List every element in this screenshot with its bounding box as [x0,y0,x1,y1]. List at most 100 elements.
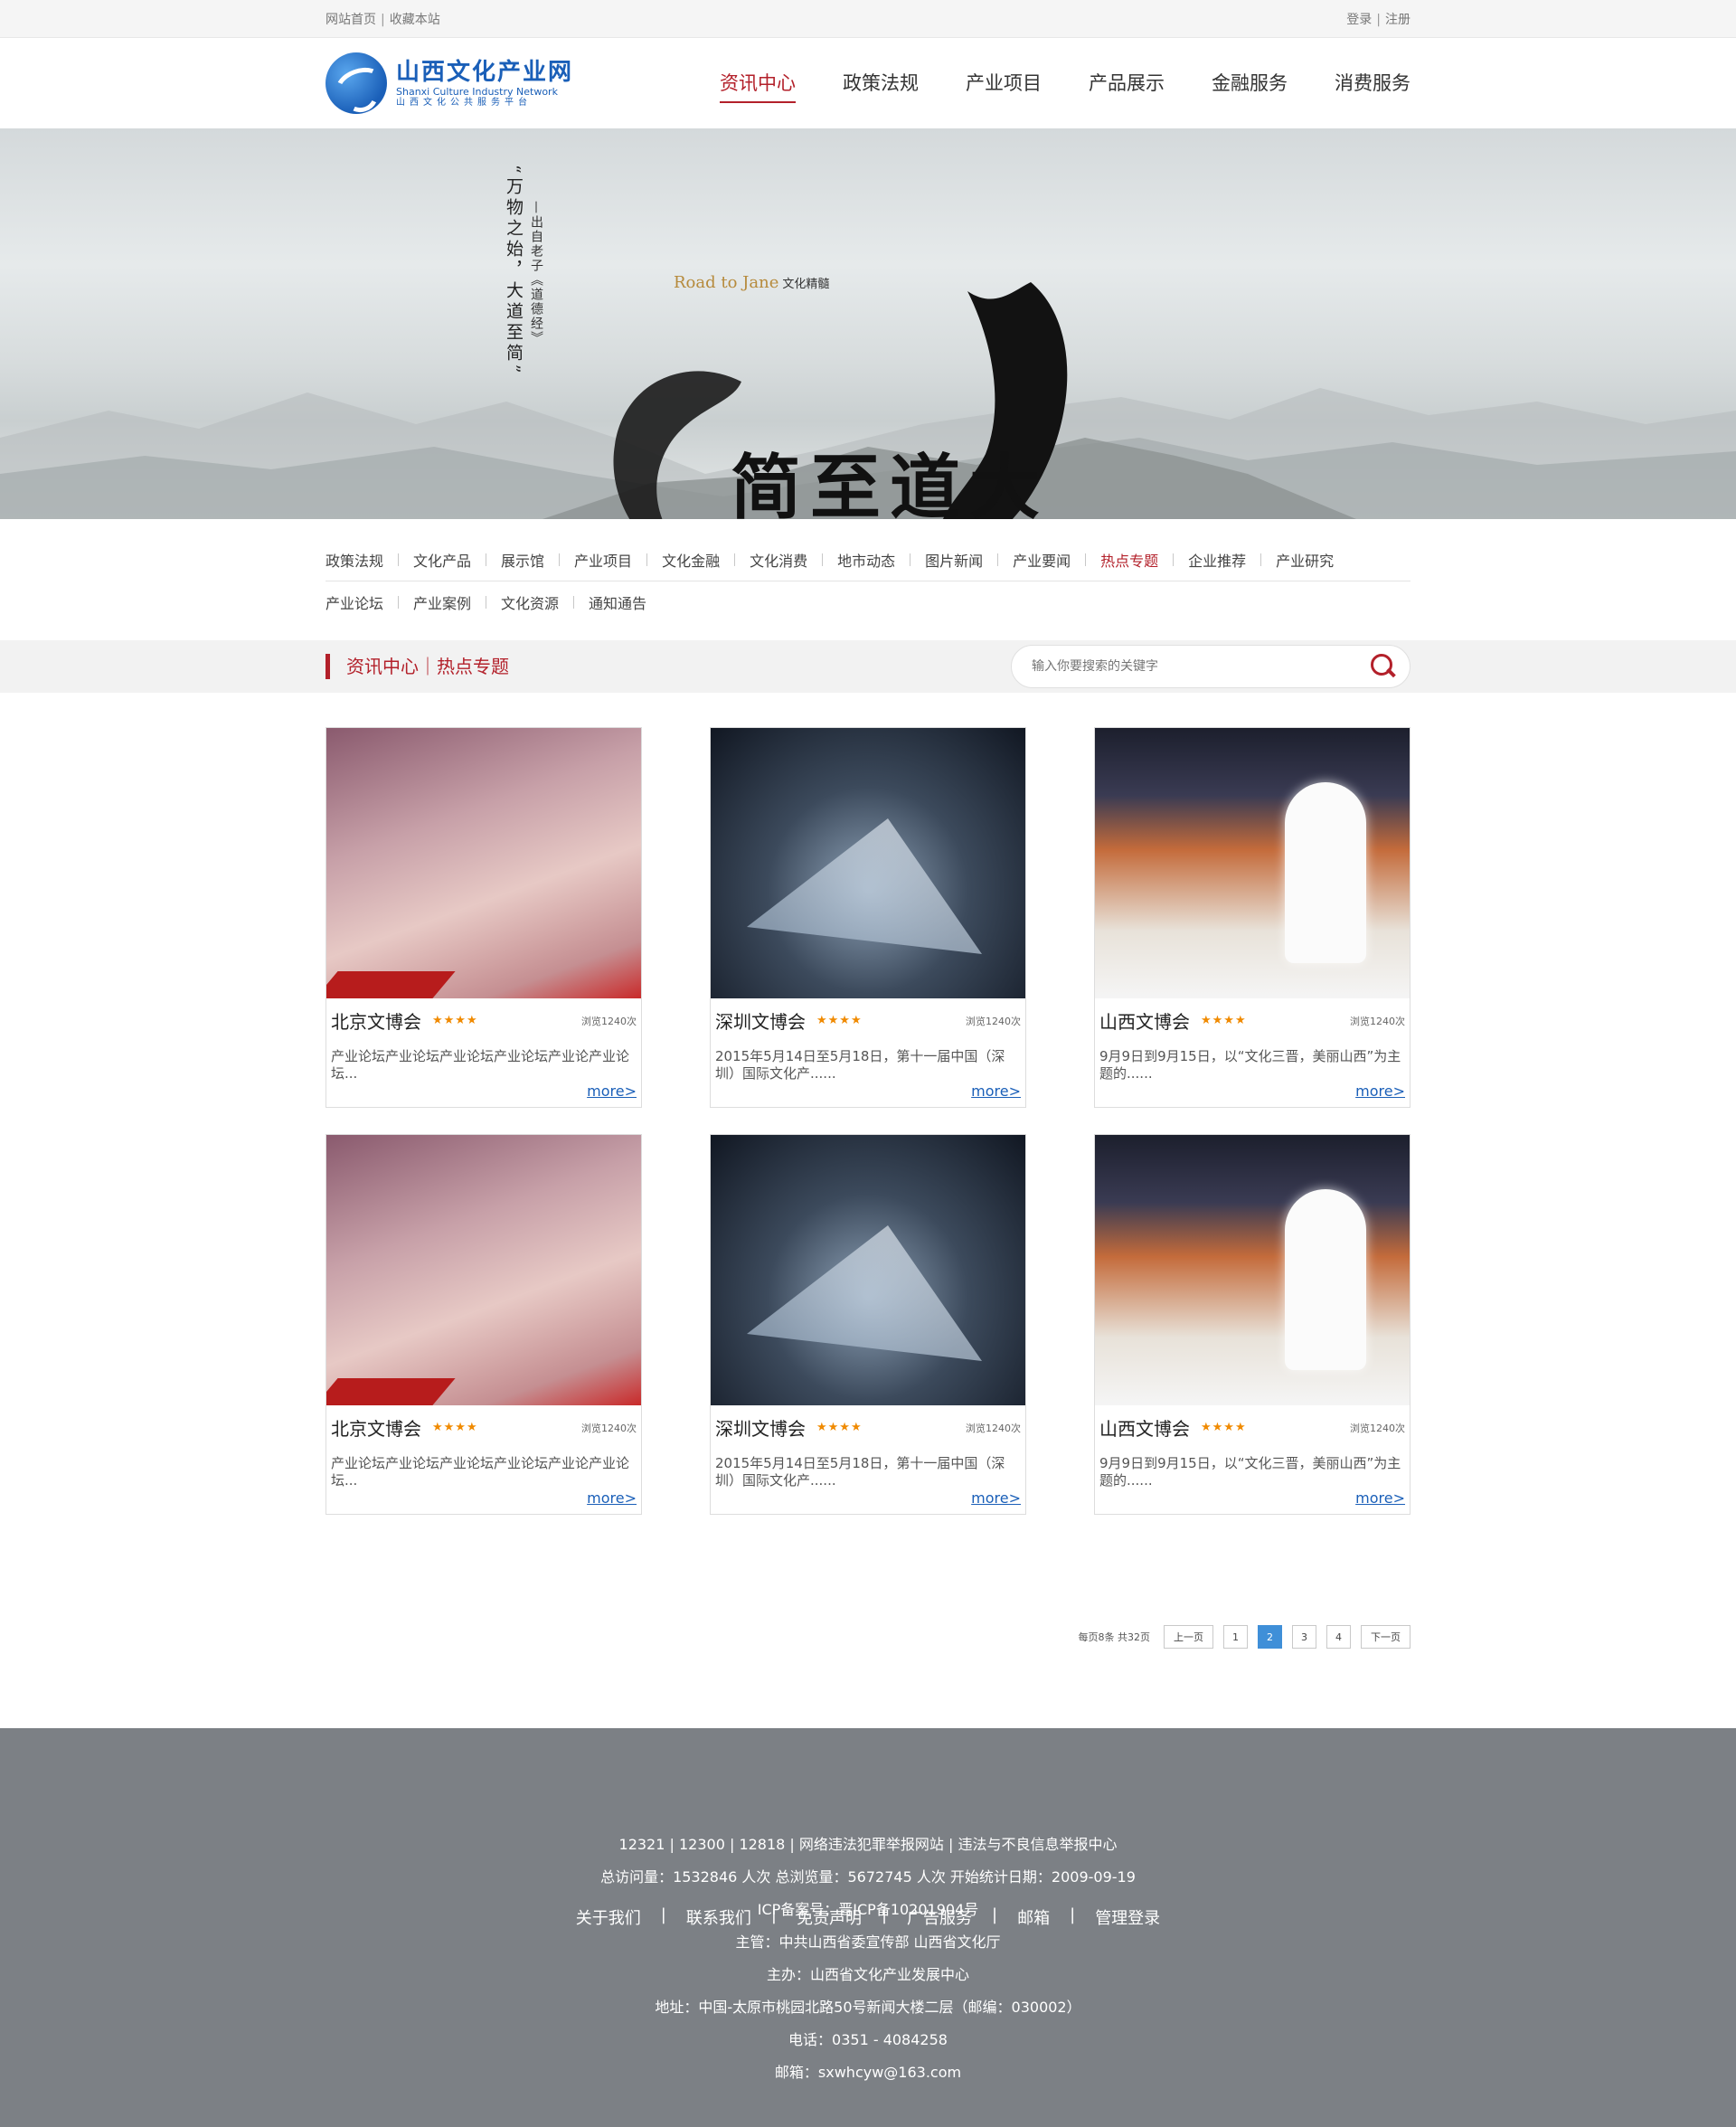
card-description: 9月9日到9月15日，以“文化三晋，美丽山西”为主题的...... [1099,1455,1401,1489]
view-count: 浏览1240次 [1350,1015,1405,1027]
card-image[interactable] [326,1135,641,1405]
page-button[interactable]: 3 [1292,1625,1316,1649]
header: 山西文化产业网 Shanxi Culture Industry Network … [0,38,1736,128]
category-row-2: 产业论坛 产业案例 文化资源 通知通告 [326,581,1410,622]
category-item[interactable]: 文化消费 [750,549,807,571]
topic-card[interactable]: 山西文博会 ★★★★ 浏览1240次 9月9日到9月15日，以“文化三晋，美丽山西”… [1094,727,1410,1108]
view-count: 浏览1240次 [581,1422,637,1434]
topic-card[interactable]: 深圳文博会 ★★★★ 浏览1240次 2015年5月14日至5月18日，第十一届中国… [710,727,1026,1108]
category-item[interactable]: 文化资源 [501,591,559,613]
topic-card-grid: 北京文博会 ★★★★ 浏览1240次 产业论坛产业论坛产业论坛产业论坛产业论产业论坛… [326,727,1410,1515]
nav-news[interactable]: 资讯中心 [720,63,796,103]
more-link[interactable]: more> [1099,1489,1405,1507]
more-link[interactable]: more> [1099,1082,1405,1100]
logo-subtitle-cn: 山西文化公共服务平台 [396,97,532,108]
footer-host: 主管：中共山西省委宣传部 山西省文化厅 [735,1933,1001,1951]
category-item[interactable]: 展示馆 [501,549,544,571]
breadcrumb-bar: 资讯中心｜热点专题 [0,640,1736,693]
footer-link-disclaimer[interactable]: 免责声明 [797,1905,862,1929]
site-logo[interactable]: 山西文化产业网 Shanxi Culture Industry Network … [326,52,573,114]
page-button[interactable]: 1 [1223,1625,1248,1649]
category-item[interactable]: 文化金融 [662,549,720,571]
next-page-button[interactable]: 下一页 [1361,1625,1410,1649]
footer: 12321 | 12300 | 12818 | 网络违法犯罪举报网站 | 违法与… [0,1728,1736,2127]
footer-link-contact[interactable]: 联系我们 [686,1905,751,1929]
rating-stars-icon: ★★★★ [1201,1014,1247,1027]
card-title[interactable]: 北京文博会 [331,1414,421,1441]
register-link[interactable]: 注册 [1385,13,1410,27]
rating-stars-icon: ★★★★ [1201,1421,1247,1434]
nav-policy[interactable]: 政策法规 [843,63,919,103]
search-input[interactable] [1032,659,1366,674]
card-description: 9月9日到9月15日，以“文化三晋，美丽山西”为主题的...... [1099,1048,1401,1082]
card-title[interactable]: 深圳文博会 [715,1007,806,1034]
topic-card[interactable]: 北京文博会 ★★★★ 浏览1240次 产业论坛产业论坛产业论坛产业论坛产业论产业论坛… [326,1134,642,1515]
login-link[interactable]: 登录 [1346,13,1372,27]
footer-link-about[interactable]: 关于我们 [576,1905,641,1929]
page-button-current[interactable]: 2 [1258,1625,1282,1649]
footer-link-ads[interactable]: 广告服务 [907,1905,972,1929]
nav-projects[interactable]: 产业项目 [966,63,1042,103]
category-item[interactable]: 政策法规 [326,549,383,571]
card-description: 2015年5月14日至5月18日，第十一届中国（深圳）国际文化产...... [715,1455,1005,1489]
page-button[interactable]: 4 [1326,1625,1351,1649]
banner-calligraphy: 简至道大 [731,447,1050,519]
more-link[interactable]: more> [331,1489,637,1507]
pagination-info: 每页8条 共32页 [1078,1631,1151,1643]
favorite-link[interactable]: 收藏本站 [390,13,440,27]
footer-links: 关于我们 | 联系我们 | 免责声明 | 广告服务 | 邮箱 | 管理登录 [575,1905,1161,1929]
category-item[interactable]: 产业项目 [574,549,632,571]
topic-card[interactable]: 北京文博会 ★★★★ 浏览1240次 产业论坛产业论坛产业论坛产业论坛产业论产业论坛… [326,727,642,1108]
footer-stats: 总访问量：1532846 人次 总浏览量：5672745 人次 开始统计日期：2… [600,1868,1136,1886]
card-description: 产业论坛产业论坛产业论坛产业论坛产业论产业论坛... [331,1455,630,1489]
top-links-left: 网站首页 | 收藏本站 [326,13,440,27]
card-title[interactable]: 北京文博会 [331,1007,421,1034]
category-item[interactable]: 企业推荐 [1188,549,1246,571]
logo-title: 山西文化产业网 [396,58,574,86]
category-item-active[interactable]: 热点专题 [1100,549,1158,571]
card-image[interactable] [711,728,1025,998]
category-item[interactable]: 产业案例 [413,591,471,613]
more-link[interactable]: more> [331,1082,637,1100]
banner-quote-source: —出自老子《道德经》 [529,201,543,345]
footer-report-links[interactable]: 12321 | 12300 | 12818 | 网络违法犯罪举报网站 | 违法与… [0,1832,1736,1854]
topic-card[interactable]: 山西文博会 ★★★★ 浏览1240次 9月9日到9月15日，以“文化三晋，美丽山西”… [1094,1134,1410,1515]
category-item[interactable]: 产业研究 [1276,549,1334,571]
logo-icon [326,52,387,114]
prev-page-button[interactable]: 上一页 [1164,1625,1213,1649]
topic-card[interactable]: 深圳文博会 ★★★★ 浏览1240次 2015年5月14日至5月18日，第十一届中国… [710,1134,1026,1515]
category-item[interactable]: 图片新闻 [925,549,983,571]
card-title[interactable]: 山西文博会 [1099,1007,1190,1034]
nav-consumer[interactable]: 消费服务 [1335,63,1410,103]
banner-quote: “万物之始，大道至简” [504,165,524,377]
nav-finance[interactable]: 金融服务 [1212,63,1288,103]
category-item[interactable]: 产业要闻 [1013,549,1071,571]
card-image[interactable] [711,1135,1025,1405]
more-link[interactable]: more> [715,1082,1021,1100]
card-image[interactable] [1095,728,1410,998]
more-link[interactable]: more> [715,1489,1021,1507]
rating-stars-icon: ★★★★ [816,1421,863,1434]
card-title[interactable]: 山西文博会 [1099,1414,1190,1441]
main-nav: 资讯中心 政策法规 产业项目 产品展示 金融服务 消费服务 [673,63,1410,103]
pagination: 每页8条 共32页 上一页 1 2 3 4 下一页 [326,1625,1410,1649]
search-box [1011,645,1410,688]
category-row-1: 政策法规 文化产品 展示馆 产业项目 文化金融 文化消费 地市动态 图片新闻 产… [326,539,1410,581]
footer-link-admin[interactable]: 管理登录 [1095,1905,1160,1929]
breadcrumb: 资讯中心｜热点专题 [326,654,509,679]
nav-products[interactable]: 产品展示 [1089,63,1165,103]
card-image[interactable] [1095,1135,1410,1405]
footer-organizer: 主办：山西省文化产业发展中心 [766,1966,969,1983]
footer-link-mail[interactable]: 邮箱 [1017,1905,1050,1929]
view-count: 浏览1240次 [966,1015,1021,1027]
home-link[interactable]: 网站首页 [326,13,376,27]
category-item[interactable]: 文化产品 [413,549,471,571]
category-item[interactable]: 产业论坛 [326,591,383,613]
category-item[interactable]: 通知通告 [589,591,646,613]
footer-email: 邮箱：sxwhcyw@163.com [774,2064,962,2081]
footer-phone: 电话：0351 - 4084258 [788,2031,948,2048]
category-item[interactable]: 地市动态 [837,549,895,571]
card-title[interactable]: 深圳文博会 [715,1414,806,1441]
card-image[interactable] [326,728,641,998]
search-icon[interactable] [1366,649,1401,684]
